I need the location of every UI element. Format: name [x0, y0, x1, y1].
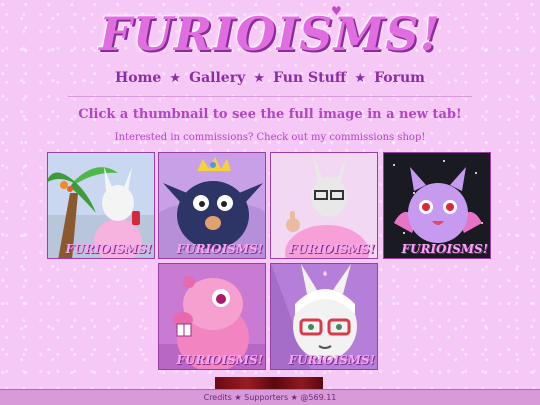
nav-fun-stuff-link[interactable]: Fun Stuff [273, 70, 346, 86]
thumbnail-palm-bunny[interactable]: FURIOISMS! [47, 152, 155, 259]
watermark: FURIOISMS! [288, 353, 375, 367]
visit-counter: @569.11 [300, 393, 337, 402]
watermark: FURIOISMS! [288, 242, 375, 256]
watermark: FURIOISMS! [176, 353, 263, 367]
thumbnail-pink-beaver[interactable]: FURIOISMS! [158, 263, 266, 370]
star-icon: ★ [169, 71, 182, 86]
main-nav: Home ★ Gallery ★ Fun Stuff ★ Forum [0, 67, 540, 86]
thumbnail-starry-cat[interactable]: FURIOISMS! [383, 152, 491, 259]
star-icon: ★ [253, 71, 265, 86]
star-icon: ★ [234, 393, 242, 402]
thumbnail-red-glasses-bunny[interactable]: FURIOISMS! [270, 263, 378, 370]
footer: Credits ★ Supporters ★ @569.11 [0, 389, 540, 405]
nav-forum-link[interactable]: Forum [374, 70, 425, 86]
credits-link[interactable]: Credits [204, 393, 232, 402]
watermark: FURIOISMS! [65, 242, 152, 256]
heart-icon: ♥ [331, 4, 342, 18]
thumbnail-glasses-bunny[interactable]: FURIOISMS! [270, 152, 378, 259]
supporters-link[interactable]: Supporters [244, 393, 288, 402]
thumbnail-curtain-partial[interactable] [215, 377, 323, 389]
watermark: FURIOISMS! [176, 242, 263, 256]
star-icon: ★ [354, 71, 366, 86]
site-logo[interactable]: FURIOISMS! [0, 6, 540, 62]
nav-home-link[interactable]: Home [115, 70, 161, 86]
gallery-instruction: Click a thumbnail to see the full image … [78, 107, 462, 122]
watermark: FURIOISMS! [401, 242, 488, 256]
divider [68, 96, 472, 97]
logo-text: FURIOISMS! [99, 7, 441, 61]
nav-gallery-link[interactable]: Gallery [189, 70, 245, 86]
commission-prompt: Interested in commissions? Check out my … [0, 132, 540, 143]
commissions-shop-link[interactable]: Interested in commissions? Check out my … [115, 132, 426, 143]
star-icon: ★ [290, 393, 298, 402]
thumbnail-crown-bird[interactable]: FURIOISMS! [158, 152, 266, 259]
